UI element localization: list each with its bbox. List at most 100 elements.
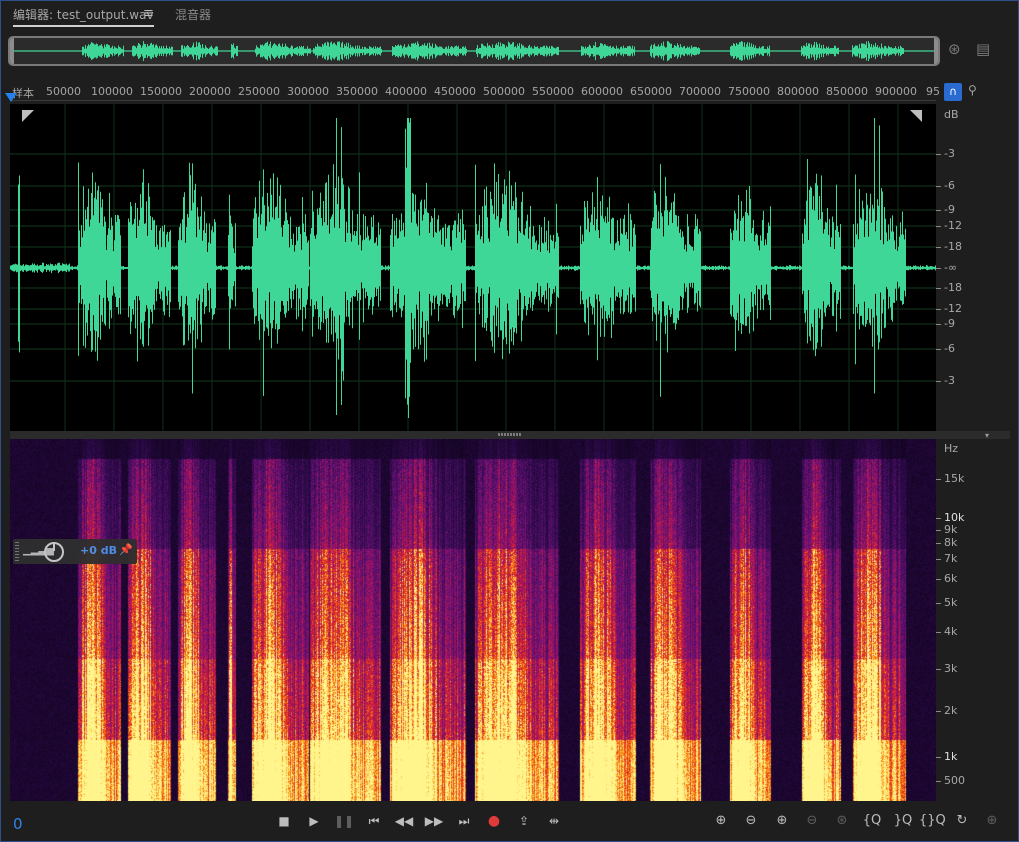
frequency-scale-label: 2k: [944, 704, 958, 717]
zoom-full-icon[interactable]: {}Q: [919, 812, 946, 830]
stop-icon[interactable]: ■: [274, 812, 294, 830]
playhead-marker[interactable]: [5, 93, 17, 102]
fast-forward-icon[interactable]: ▶▶: [424, 812, 444, 830]
frequency-scale-label: 9k: [944, 523, 958, 536]
scale-tick: [936, 518, 941, 519]
scale-tick: [936, 309, 941, 310]
ruler-tick-label: 750000: [728, 85, 770, 98]
menu-icon[interactable]: ≡: [143, 6, 154, 21]
scale-tick: [936, 543, 941, 544]
zoom-out-selection-icon[interactable]: }Q: [891, 812, 915, 830]
ruler-tick-label: 700000: [679, 85, 721, 98]
overview-right-handle[interactable]: [934, 38, 938, 64]
ruler-tick-label: 550000: [532, 85, 574, 98]
scale-tick: [936, 349, 941, 350]
amplitude-scale: dB -3 -6 -9 -12 -18 -∞ -18 -12 -9 -6 -3: [936, 104, 1010, 431]
scale-tick: [936, 559, 941, 560]
zoom-reset-icon[interactable]: ⊛: [831, 812, 853, 830]
frequency-scale-label: 7k: [944, 552, 958, 565]
skip-to-start-icon[interactable]: ⏮: [364, 812, 384, 830]
amplitude-scale-label: -3: [944, 147, 955, 160]
zoom-out-amplitude-icon[interactable]: ⊖: [741, 812, 761, 830]
frequency-scale-label: 5k: [944, 596, 958, 609]
scale-tick: [936, 268, 941, 269]
tab-mixer[interactable]: 混音器: [175, 6, 211, 23]
amplitude-scale-label: -6: [944, 342, 955, 355]
ruler-tick-label: 100000: [91, 85, 133, 98]
scale-tick: [936, 757, 941, 758]
zoom-navigator-icon[interactable]: ⊛: [948, 41, 961, 57]
ruler-tick-label: 450000: [434, 85, 476, 98]
frequency-scale-label: 1k: [944, 750, 958, 763]
frequency-scale-label: 8k: [944, 536, 958, 549]
panel-menu-icon[interactable]: ▤: [976, 41, 990, 57]
amplitude-scale-label: -6: [944, 179, 955, 192]
frequency-scale-label: 500: [944, 774, 965, 787]
hud-grip[interactable]: [15, 542, 19, 561]
zoom-in-selection-icon[interactable]: {Q: [861, 812, 883, 830]
zoom-out-time-icon[interactable]: ⊖: [801, 812, 823, 830]
scale-tick: [936, 226, 941, 227]
spectral-display[interactable]: [10, 439, 936, 801]
hud-volume-control[interactable]: ▁▂▃▅ +0 dB 📌: [13, 539, 137, 564]
hud-level-value: +0 dB: [80, 544, 117, 557]
ruler-tick-label: 500000: [483, 85, 525, 98]
scale-tick: [936, 210, 941, 211]
waveform-canvas: [10, 104, 936, 431]
frequency-scale: Hz 15k 10k 9k 8k 7k 6k 5k 4k 3k 2k 1k 500: [936, 439, 1010, 801]
amplitude-scale-label: -∞: [944, 261, 958, 274]
amplitude-scale-label: -12: [944, 219, 962, 232]
overview-navigator[interactable]: [8, 36, 940, 66]
frequency-unit: Hz: [944, 442, 959, 455]
ruler-tick-label: 650000: [630, 85, 672, 98]
divider-grip[interactable]: [498, 433, 522, 436]
amplitude-scale-label: -9: [944, 203, 955, 216]
skip-selection-icon[interactable]: ⇹: [544, 812, 564, 830]
waveform-display[interactable]: [10, 104, 936, 431]
ruler-tick-label: 300000: [287, 85, 329, 98]
ruler-tick-label: 150000: [140, 85, 182, 98]
frequency-scale-label: 4k: [944, 625, 958, 638]
rewind-icon[interactable]: ◀◀: [394, 812, 414, 830]
pause-icon[interactable]: ❚❚: [334, 812, 354, 830]
volume-knob[interactable]: [44, 542, 64, 562]
scale-tick: [936, 603, 941, 604]
overview-waveform-trace: [14, 41, 934, 61]
play-icon[interactable]: ▶: [304, 812, 324, 830]
scale-tick: [936, 781, 941, 782]
spectrogram-canvas: [10, 439, 936, 801]
snap-icon[interactable]: ∩: [944, 83, 962, 101]
ruler-tick-label: 600000: [581, 85, 623, 98]
tab-editor[interactable]: 编辑器: test_output.wav: [13, 6, 154, 27]
scale-tick: [936, 381, 941, 382]
amplitude-scale-label: -9: [944, 317, 955, 330]
ruler-tick-label: 200000: [189, 85, 231, 98]
pin-icon[interactable]: ⚲: [968, 83, 977, 97]
amplitude-unit: dB: [944, 108, 959, 121]
frequency-scale-label: 3k: [944, 662, 958, 675]
scale-tick: [936, 154, 941, 155]
ruler-tick-label: 400000: [385, 85, 427, 98]
ruler-tick-label: 95: [926, 85, 940, 98]
scale-tick: [936, 530, 941, 531]
scale-tick: [936, 247, 941, 248]
ruler-tick-label: 350000: [336, 85, 378, 98]
timeline-ruler[interactable]: 样本 50000 100000 150000 200000 250000 300000 35…: [10, 82, 940, 101]
zoom-to-selection-icon[interactable]: ↻: [952, 812, 972, 830]
zoom-playhead-icon[interactable]: ⊕: [982, 812, 1002, 830]
amplitude-scale-label: -18: [944, 281, 962, 294]
skip-to-end-icon[interactable]: ⏭: [454, 812, 474, 830]
frequency-scale-label: 6k: [944, 572, 958, 585]
timecode[interactable]: 0: [13, 815, 23, 833]
zoom-in-time-icon[interactable]: ⊕: [771, 812, 793, 830]
hud-pin-icon[interactable]: 📌: [119, 543, 133, 558]
scale-tick: [936, 579, 941, 580]
scale-tick: [936, 479, 941, 480]
frequency-scale-label: 15k: [944, 472, 965, 485]
amplitude-scale-label: -12: [944, 302, 962, 315]
ruler-tick-label: 900000: [875, 85, 917, 98]
zoom-in-amplitude-icon[interactable]: ⊕: [711, 812, 731, 830]
record-icon[interactable]: ●: [484, 812, 504, 830]
loop-icon[interactable]: ⇪: [514, 812, 534, 830]
scale-tick: [936, 632, 941, 633]
